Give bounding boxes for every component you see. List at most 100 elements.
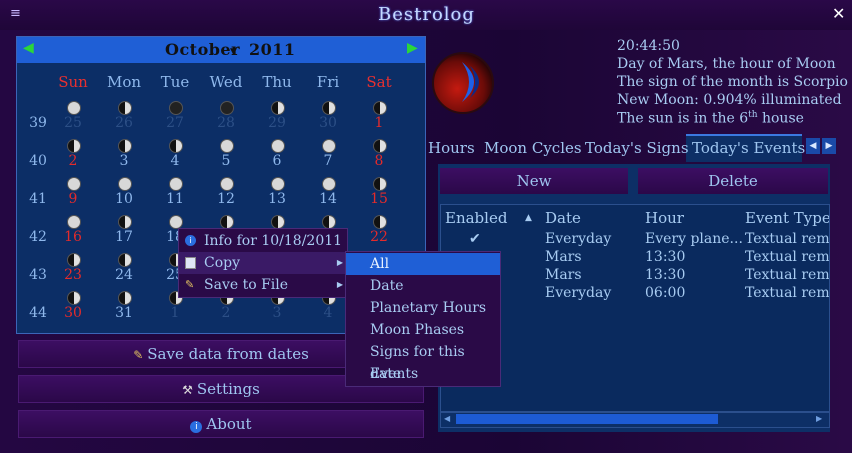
calendar-day[interactable]: 12: [206, 191, 246, 207]
menu-item-info[interactable]: i Info for 10/18/2011: [179, 230, 347, 252]
moon-phase-icon: [169, 215, 183, 229]
calendar-day[interactable]: 4: [308, 305, 348, 321]
tab-todays-signs[interactable]: Today's Signs: [585, 139, 689, 157]
scrollbar-thumb[interactable]: [456, 414, 718, 424]
calendar-day[interactable]: 3: [104, 153, 144, 169]
close-icon[interactable]: ✕: [832, 4, 845, 23]
calendar-day[interactable]: 8: [359, 153, 399, 169]
calendar-day[interactable]: 6: [257, 153, 297, 169]
cell-type[interactable]: Textual rem: [745, 249, 829, 265]
calendar-day[interactable]: 2: [206, 305, 246, 321]
submenu-arrow-icon: ▶: [336, 258, 343, 267]
submenu-item-moon-phases[interactable]: Moon Phases: [346, 319, 500, 341]
calendar-day[interactable]: 28: [206, 115, 246, 131]
moon-phase-icon: [118, 215, 132, 229]
column-hour[interactable]: Hour: [645, 209, 684, 227]
calendar-day[interactable]: 17: [104, 229, 144, 245]
day-of-week-sat: Sat: [366, 73, 392, 91]
moon-phase-icon: [220, 177, 234, 191]
tab-scroll-right-icon[interactable]: ▶: [822, 138, 836, 154]
moon-phase-icon: [271, 177, 285, 191]
submenu-arrow-icon: ▶: [336, 280, 343, 289]
tab-moon-cycles[interactable]: Moon Cycles: [484, 139, 582, 157]
calendar-day[interactable]: 29: [257, 115, 297, 131]
cell-date[interactable]: Mars: [545, 249, 582, 265]
calendar-day[interactable]: 11: [155, 191, 195, 207]
cell-date[interactable]: Mars: [545, 267, 582, 283]
cell-hour[interactable]: 06:00: [645, 285, 685, 301]
sun-house-ordinal: th: [748, 110, 758, 120]
submenu-item-signs-for-this-date[interactable]: Signs for this date: [346, 341, 500, 382]
cell-hour[interactable]: 13:30: [645, 267, 685, 283]
cell-type[interactable]: Textual rem: [745, 267, 829, 283]
tab-todays-events[interactable]: Today's Events: [692, 139, 805, 157]
copy-icon: [185, 257, 196, 269]
prev-month-icon[interactable]: ◀: [23, 40, 34, 56]
calendar-day[interactable]: 15: [359, 191, 399, 207]
info-icon: i: [185, 235, 196, 246]
calendar-day[interactable]: 30: [53, 305, 93, 321]
calendar-day[interactable]: 3: [257, 305, 297, 321]
calendar-day[interactable]: 4: [155, 153, 195, 169]
calendar-day[interactable]: 7: [308, 153, 348, 169]
moon-phase-icon: [220, 101, 234, 115]
moon-phase-icon: [271, 215, 285, 229]
month-selector[interactable]: October: [165, 40, 240, 59]
calendar-day[interactable]: 13: [257, 191, 297, 207]
submenu-item-events[interactable]: Events: [346, 363, 500, 385]
tab-hours[interactable]: Hours: [428, 139, 475, 157]
week-number: 39: [29, 115, 47, 131]
scroll-left-icon[interactable]: ◀: [444, 414, 450, 423]
column-event-type[interactable]: Event Type: [745, 209, 829, 227]
tab-scroll-left-icon[interactable]: ◀: [806, 138, 820, 154]
scroll-right-icon[interactable]: ▶: [816, 414, 822, 423]
chevron-down-icon[interactable]: ▼: [230, 47, 237, 57]
cell-date[interactable]: Everyday: [545, 231, 611, 247]
submenu-item-planetary-hours[interactable]: Planetary Hours: [346, 297, 500, 319]
calendar-day[interactable]: 30: [308, 115, 348, 131]
year-selector[interactable]: 2011: [249, 40, 296, 59]
menu-item-save-to-file[interactable]: ✎ Save to File ▶: [179, 274, 347, 296]
calendar-day[interactable]: 1: [359, 115, 399, 131]
calendar-day[interactable]: 22: [359, 229, 399, 245]
calendar-day[interactable]: 5: [206, 153, 246, 169]
calendar-day[interactable]: 25: [53, 115, 93, 131]
calendar-day[interactable]: 1: [155, 305, 195, 321]
submenu-item-date[interactable]: Date: [346, 275, 500, 297]
cell-hour[interactable]: Every plane...: [645, 231, 743, 247]
cell-type[interactable]: Textual rem: [745, 231, 829, 247]
calendar-day[interactable]: 16: [53, 229, 93, 245]
calendar-day[interactable]: 26: [104, 115, 144, 131]
sort-asc-icon[interactable]: ▲: [525, 213, 532, 223]
week-number: 44: [29, 305, 47, 321]
menu-icon[interactable]: ≡: [10, 6, 21, 21]
calendar-day[interactable]: 23: [53, 267, 93, 283]
column-date[interactable]: Date: [545, 209, 581, 227]
new-button[interactable]: New: [440, 168, 628, 194]
menu-item-copy[interactable]: Copy ▶: [179, 252, 347, 274]
cell-enabled[interactable]: ✔: [469, 231, 481, 247]
moon-phase-icon: [322, 177, 336, 191]
info-icon: i: [190, 421, 203, 433]
column-enabled[interactable]: Enabled: [445, 209, 507, 227]
week-number: 43: [29, 267, 47, 283]
delete-button[interactable]: Delete: [638, 168, 828, 194]
cell-type[interactable]: Textual rem: [745, 285, 829, 301]
submenu-item-all[interactable]: All: [346, 253, 500, 275]
calendar-day[interactable]: 14: [308, 191, 348, 207]
calendar-day[interactable]: 27: [155, 115, 195, 131]
day-of-week-mon: Mon: [106, 73, 142, 91]
menu-item-copy-label: Copy: [204, 255, 241, 271]
about-button[interactable]: i About: [18, 410, 424, 438]
moon-phase-icon: [67, 253, 81, 267]
copy-submenu: All Date Planetary Hours Moon Phases Signs f…: [345, 251, 501, 387]
sun-house-info: The sun is in the 6th house: [617, 110, 804, 127]
calendar-day[interactable]: 24: [104, 267, 144, 283]
cell-hour[interactable]: 13:30: [645, 249, 685, 265]
calendar-day[interactable]: 10: [104, 191, 144, 207]
calendar-day[interactable]: 31: [104, 305, 144, 321]
calendar-day[interactable]: 9: [53, 191, 93, 207]
next-month-icon[interactable]: ▶: [407, 40, 418, 56]
calendar-day[interactable]: 2: [53, 153, 93, 169]
cell-date[interactable]: Everyday: [545, 285, 611, 301]
